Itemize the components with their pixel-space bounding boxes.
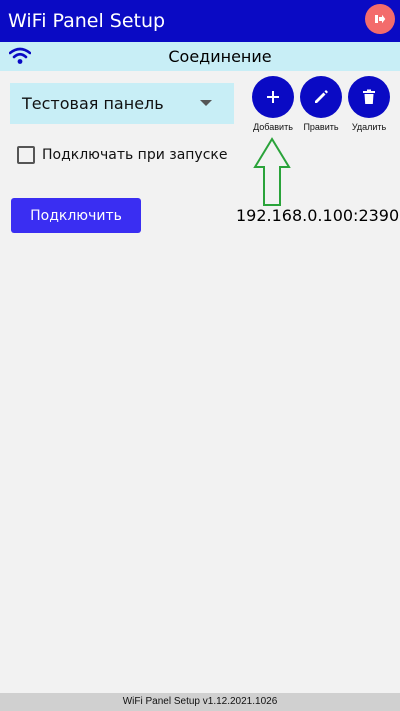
edit-button[interactable]: [300, 76, 342, 118]
add-button[interactable]: [252, 76, 294, 118]
pencil-icon: [315, 90, 328, 103]
connection-title: Соединение: [168, 47, 272, 66]
autoconnect-label: Подключать при запуске: [42, 147, 228, 163]
autoconnect-checkbox[interactable]: [17, 146, 35, 164]
panel-select-value: Тестовая панель: [22, 94, 164, 113]
connection-bar: Соединение: [0, 42, 400, 71]
app-bar: WiFi Panel Setup: [0, 0, 400, 42]
footer-version: WiFi Panel Setup v1.12.2021.1026: [0, 693, 400, 711]
delete-button-label: Удалить: [351, 122, 387, 132]
arrow-up-icon: [253, 137, 291, 206]
chevron-down-icon: [200, 100, 212, 106]
plus-icon: [267, 91, 279, 103]
panel-select[interactable]: Тестовая панель: [10, 83, 234, 124]
exit-button[interactable]: [365, 4, 395, 34]
app-title: WiFi Panel Setup: [8, 10, 166, 32]
address-text: 192.168.0.100:2390: [236, 206, 400, 225]
delete-button[interactable]: [348, 76, 390, 118]
trash-icon: [363, 89, 375, 104]
connect-button[interactable]: Подключить: [11, 198, 141, 233]
exit-icon: [375, 14, 386, 24]
